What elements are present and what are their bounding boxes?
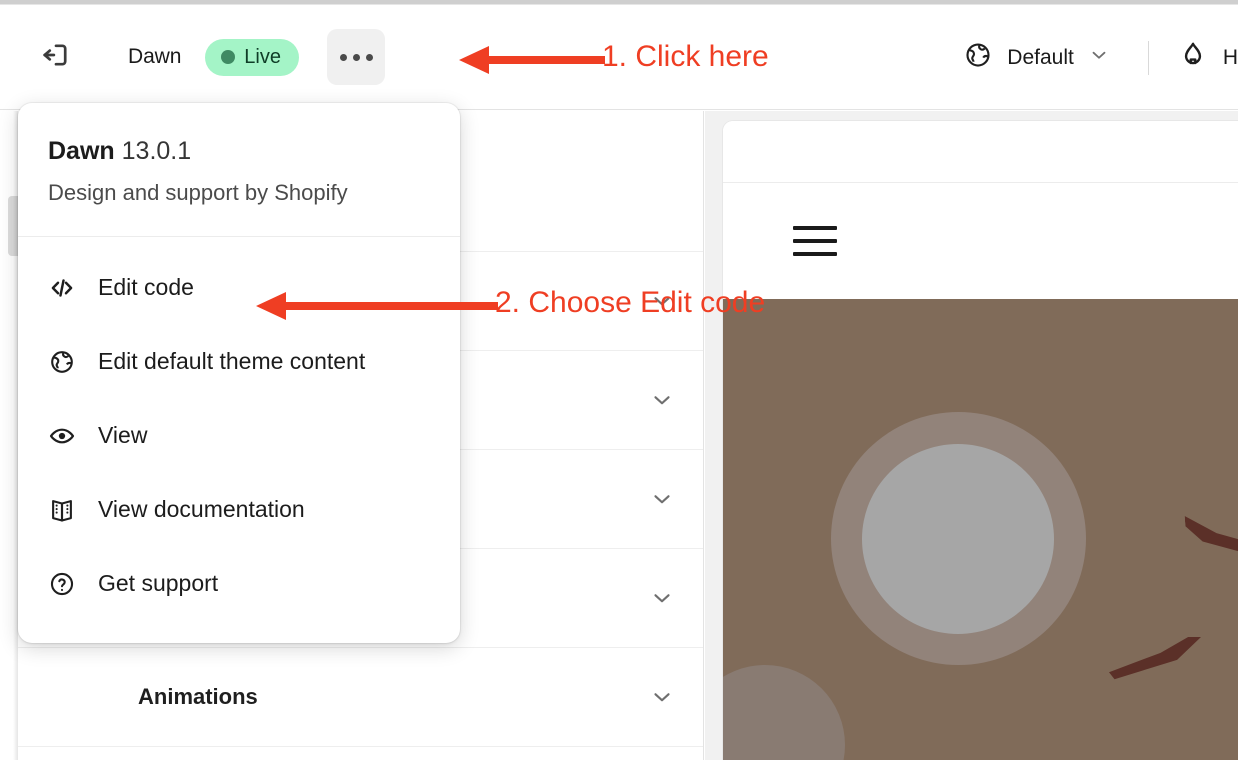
- menu-item-label: Edit default theme content: [98, 348, 366, 375]
- popover-title: Dawn 13.0.1: [48, 137, 430, 166]
- theme-actions-more-button[interactable]: [327, 29, 385, 85]
- home-label: H: [1222, 45, 1238, 69]
- more-horizontal-icon-dot: [339, 53, 347, 61]
- preview-hero-image: [723, 299, 1238, 760]
- home-icon: [1177, 39, 1209, 76]
- popover-theme-version: 13.0.1: [121, 137, 192, 165]
- theme-name-label: Dawn: [128, 45, 182, 68]
- menu-item-label: View: [98, 422, 148, 449]
- preview-pane: [705, 111, 1238, 760]
- popover-theme-name: Dawn: [48, 137, 115, 165]
- header-divider: [1147, 40, 1149, 75]
- hamburger-menu-icon[interactable]: [793, 226, 837, 256]
- menu-item-view-documentation[interactable]: View documentation: [18, 473, 460, 547]
- exit-icon: [39, 38, 73, 77]
- menu-item-label: Edit code: [98, 274, 194, 301]
- menu-item-view[interactable]: View: [18, 399, 460, 473]
- hero-blob-shape: [723, 665, 845, 760]
- chevron-down-icon[interactable]: [649, 585, 675, 611]
- status-dot-icon: [221, 49, 236, 64]
- preview-store-header: [723, 183, 1238, 299]
- popover-subtitle: Design and support by Shopify: [48, 179, 348, 205]
- status-badge: Live: [205, 38, 299, 76]
- hamburger-line: [793, 239, 837, 243]
- chevron-down-icon[interactable]: [649, 684, 675, 710]
- popover-header: Dawn 13.0.1 Design and support by Shopif…: [18, 103, 460, 237]
- popover-menu-list: Edit code Edit default theme content Vie…: [18, 237, 460, 637]
- settings-row-animations[interactable]: Animations: [18, 648, 703, 747]
- more-horizontal-icon-dot: [365, 53, 373, 61]
- hamburger-line: [793, 252, 837, 256]
- chevron-down-icon[interactable]: [649, 486, 675, 512]
- code-icon: [48, 274, 76, 302]
- exit-editor-button[interactable]: [36, 37, 76, 77]
- chevron-down-icon[interactable]: [649, 288, 675, 314]
- locale-label: Default: [1007, 45, 1074, 69]
- settings-row-label: Animations: [138, 684, 258, 709]
- menu-item-get-support[interactable]: Get support: [18, 547, 460, 621]
- eye-icon: [48, 422, 76, 450]
- preview-announcement-bar: [723, 121, 1238, 183]
- hero-leaf-shape: [1185, 508, 1238, 560]
- chevron-down-icon[interactable]: [649, 387, 675, 413]
- left-rail: [0, 111, 22, 760]
- globe-icon: [963, 40, 993, 75]
- chevron-down-icon: [1088, 44, 1110, 71]
- hero-disc-shape: [862, 444, 1054, 634]
- app-root: Dawn Live Default H Animations Dawn 13.0…: [0, 0, 1238, 760]
- locale-selector[interactable]: Default: [953, 32, 1120, 83]
- hero-leaf-shape: [1109, 637, 1201, 680]
- menu-item-label: View documentation: [98, 496, 305, 523]
- hamburger-line: [793, 226, 837, 230]
- browser-top-strip-line: [0, 0, 1238, 4]
- home-link[interactable]: H: [1177, 39, 1238, 76]
- theme-editor-header: Dawn Live Default H: [0, 5, 1238, 110]
- theme-actions-popover: Dawn 13.0.1 Design and support by Shopif…: [18, 103, 460, 643]
- status-badge-label: Live: [244, 45, 281, 68]
- menu-item-label: Get support: [98, 570, 219, 597]
- header-right-group: Default H: [953, 5, 1238, 110]
- settings-row-buttons[interactable]: Buttons: [18, 747, 703, 760]
- book-open-icon: [48, 496, 76, 524]
- question-circle-icon: [48, 570, 76, 598]
- preview-frame[interactable]: [723, 121, 1238, 760]
- more-horizontal-icon-dot: [352, 53, 360, 61]
- globe-icon: [48, 348, 76, 376]
- header-left-group: Dawn Live: [0, 29, 385, 85]
- menu-item-edit-code[interactable]: Edit code: [18, 251, 460, 325]
- menu-item-edit-default-theme-content[interactable]: Edit default theme content: [18, 325, 460, 399]
